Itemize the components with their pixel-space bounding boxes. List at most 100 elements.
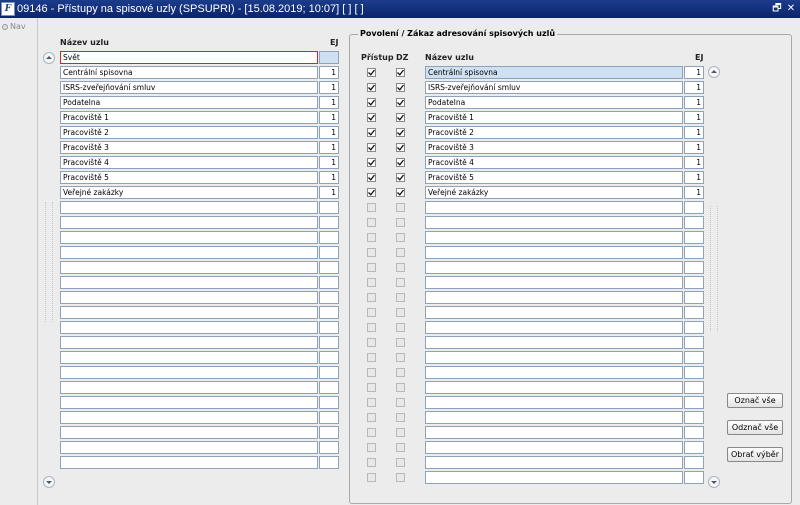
dz-checkbox[interactable] (396, 368, 405, 377)
access-checkbox[interactable] (367, 263, 376, 272)
left-name-cell[interactable] (60, 291, 318, 304)
access-checkbox[interactable] (367, 143, 376, 152)
left-ej-cell[interactable]: 1 (319, 96, 339, 109)
right-name-cell[interactable]: ISRS-zveřejňování smluv (425, 81, 683, 94)
scroll-up-icon[interactable] (708, 66, 720, 78)
access-checkbox[interactable] (367, 323, 376, 332)
dz-checkbox[interactable] (396, 233, 405, 242)
right-name-cell[interactable] (425, 396, 683, 409)
access-checkbox[interactable] (367, 383, 376, 392)
access-checkbox[interactable] (367, 188, 376, 197)
access-checkbox[interactable] (367, 68, 376, 77)
right-ej-cell[interactable] (684, 231, 704, 244)
right-ej-cell[interactable] (684, 321, 704, 334)
left-name-cell[interactable]: Pracoviště 4 (60, 156, 318, 169)
left-ej-cell[interactable]: 1 (319, 141, 339, 154)
left-ej-cell[interactable] (319, 246, 339, 259)
access-checkbox[interactable] (367, 203, 376, 212)
left-ej-cell[interactable] (319, 51, 339, 64)
right-name-cell[interactable]: Centrální spisovna (425, 66, 683, 79)
access-checkbox[interactable] (367, 293, 376, 302)
left-name-cell[interactable] (60, 201, 318, 214)
left-ej-cell[interactable] (319, 291, 339, 304)
right-name-cell[interactable] (425, 276, 683, 289)
right-name-cell[interactable] (425, 201, 683, 214)
right-ej-cell[interactable] (684, 366, 704, 379)
left-ej-cell[interactable] (319, 216, 339, 229)
access-checkbox[interactable] (367, 458, 376, 467)
right-ej-cell[interactable]: 1 (684, 171, 704, 184)
right-ej-cell[interactable]: 1 (684, 111, 704, 124)
right-name-cell[interactable]: Pracoviště 3 (425, 141, 683, 154)
restore-icon[interactable]: 🗗 (771, 3, 783, 15)
right-name-cell[interactable] (425, 351, 683, 364)
left-name-cell[interactable] (60, 366, 318, 379)
dz-checkbox[interactable] (396, 173, 405, 182)
left-ej-cell[interactable] (319, 366, 339, 379)
left-ej-cell[interactable] (319, 276, 339, 289)
left-name-cell[interactable]: Veřejné zakázky (60, 186, 318, 199)
right-ej-cell[interactable]: 1 (684, 66, 704, 79)
right-name-cell[interactable] (425, 231, 683, 244)
left-ej-cell[interactable] (319, 336, 339, 349)
left-name-cell[interactable]: Pracoviště 2 (60, 126, 318, 139)
dz-checkbox[interactable] (396, 248, 405, 257)
left-name-cell[interactable] (60, 246, 318, 259)
right-ej-cell[interactable] (684, 381, 704, 394)
left-ej-cell[interactable] (319, 321, 339, 334)
left-name-cell[interactable] (60, 351, 318, 364)
access-checkbox[interactable] (367, 398, 376, 407)
right-name-cell[interactable] (425, 321, 683, 334)
right-name-cell[interactable] (425, 441, 683, 454)
left-name-cell[interactable] (60, 321, 318, 334)
left-ej-cell[interactable] (319, 306, 339, 319)
access-checkbox[interactable] (367, 158, 376, 167)
right-name-cell[interactable] (425, 411, 683, 424)
left-name-cell[interactable]: Pracoviště 1 (60, 111, 318, 124)
scroll-down-icon[interactable] (43, 476, 55, 488)
right-ej-cell[interactable] (684, 291, 704, 304)
access-checkbox[interactable] (367, 473, 376, 482)
left-ej-cell[interactable]: 1 (319, 171, 339, 184)
dz-checkbox[interactable] (396, 218, 405, 227)
access-checkbox[interactable] (367, 98, 376, 107)
left-name-cell[interactable] (60, 261, 318, 274)
left-ej-cell[interactable] (319, 441, 339, 454)
access-checkbox[interactable] (367, 83, 376, 92)
dz-checkbox[interactable] (396, 353, 405, 362)
dz-checkbox[interactable] (396, 143, 405, 152)
access-checkbox[interactable] (367, 308, 376, 317)
left-name-cell[interactable]: Centrální spisovna (60, 66, 318, 79)
dz-checkbox[interactable] (396, 263, 405, 272)
left-ej-cell[interactable]: 1 (319, 126, 339, 139)
left-name-cell[interactable] (60, 456, 318, 469)
dz-checkbox[interactable] (396, 443, 405, 452)
dz-checkbox[interactable] (396, 473, 405, 482)
left-name-cell[interactable]: ISRS-zveřejňování smluv (60, 81, 318, 94)
right-ej-cell[interactable] (684, 396, 704, 409)
access-checkbox[interactable] (367, 368, 376, 377)
right-name-cell[interactable] (425, 291, 683, 304)
right-name-cell[interactable] (425, 261, 683, 274)
left-name-cell[interactable] (60, 216, 318, 229)
right-ej-cell[interactable] (684, 471, 704, 484)
left-name-cell[interactable] (60, 336, 318, 349)
left-name-cell[interactable]: Pracoviště 5 (60, 171, 318, 184)
right-ej-cell[interactable]: 1 (684, 81, 704, 94)
right-name-cell[interactable]: Veřejné zakázky (425, 186, 683, 199)
left-ej-cell[interactable]: 1 (319, 111, 339, 124)
right-ej-cell[interactable] (684, 246, 704, 259)
left-ej-cell[interactable] (319, 351, 339, 364)
left-ej-cell[interactable] (319, 381, 339, 394)
dz-checkbox[interactable] (396, 68, 405, 77)
right-ej-cell[interactable] (684, 261, 704, 274)
dz-checkbox[interactable] (396, 398, 405, 407)
scroll-thumb[interactable] (710, 206, 718, 331)
left-ej-cell[interactable] (319, 426, 339, 439)
right-ej-cell[interactable]: 1 (684, 156, 704, 169)
right-ej-cell[interactable]: 1 (684, 141, 704, 154)
left-name-cell[interactable]: Podatelna (60, 96, 318, 109)
invert-selection-button[interactable]: Obrať výběr (727, 447, 783, 462)
right-ej-cell[interactable] (684, 426, 704, 439)
right-name-cell[interactable] (425, 426, 683, 439)
